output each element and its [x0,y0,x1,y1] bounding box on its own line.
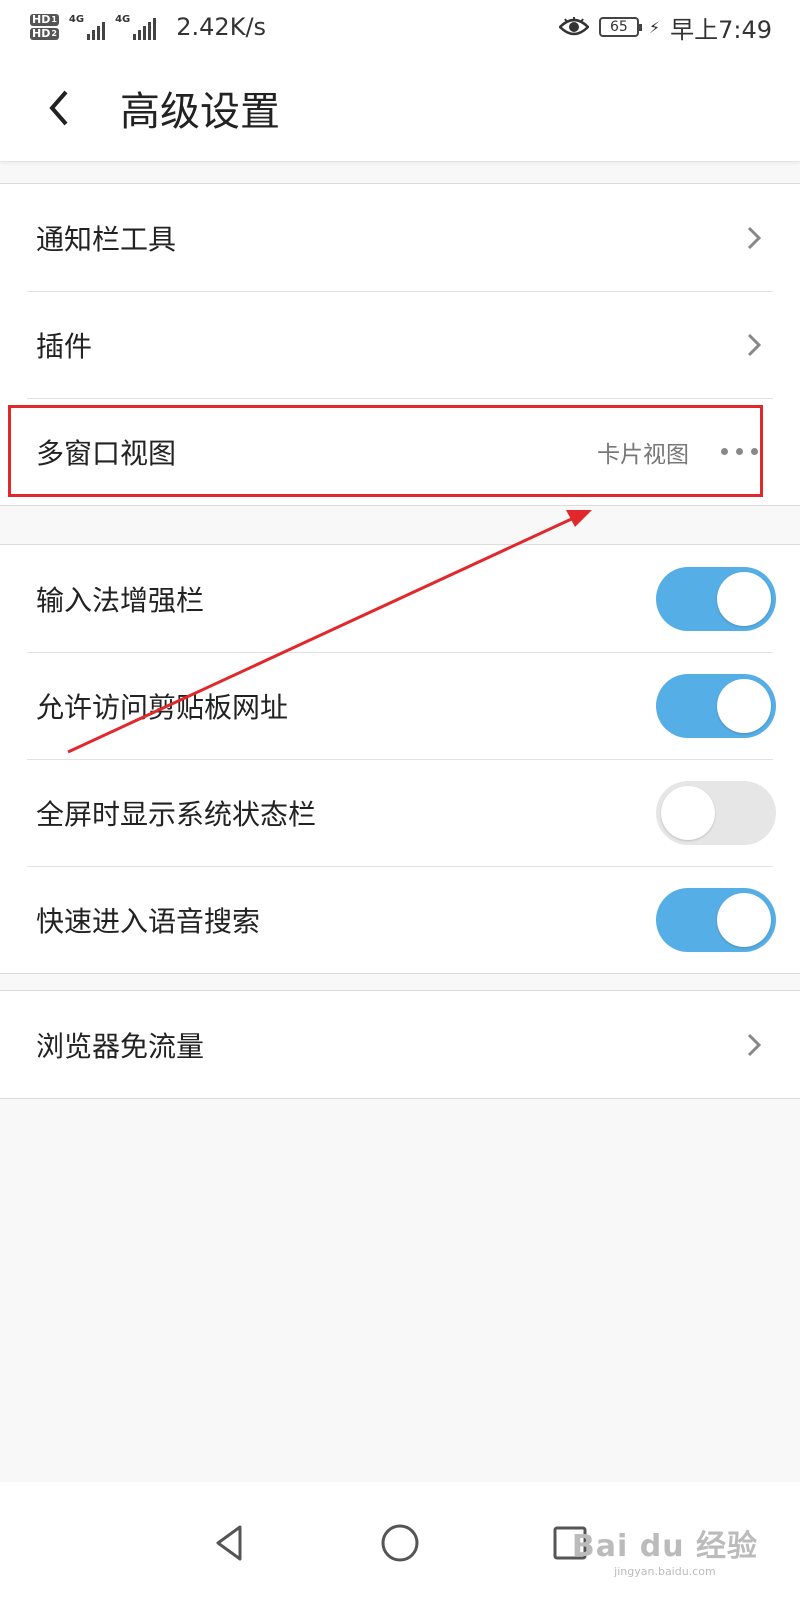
row-right [656,566,776,631]
setting-label: 多窗口视图 [36,436,177,470]
sim2-hd-badge: HD 2 [30,27,59,40]
nav-home-button[interactable] [375,1518,425,1568]
setting-label: 快速进入语音搜索 [36,904,261,938]
signal-icon-sim2: 4G [115,14,157,40]
fullscreen-statusbar-toggle[interactable] [656,780,776,845]
setting-label: 允许访问剪贴板网址 [36,690,289,724]
setting-free-data[interactable]: 浏览器免流量 [0,991,800,1098]
status-left: HD 1 HD 2 4G 4G 2.42K/s [30,13,266,41]
settings-group-2: 输入法增强栏 允许访问剪贴板网址 全屏时显示系统状态栏 快速进入语音搜索 [0,544,800,974]
hd-stack: HD 1 HD 2 [30,14,59,40]
toggle-knob [717,892,771,947]
setting-fullscreen-statusbar: 全屏时显示系统状态栏 [0,759,800,866]
signal-icon-sim1: 4G [69,14,106,40]
setting-quick-voice-search: 快速进入语音搜索 [0,866,800,973]
setting-clipboard-url: 允许访问剪贴板网址 [0,652,800,759]
charging-bolt-icon: ⚡ [648,17,661,37]
setting-label: 插件 [36,329,93,363]
watermark-main: Bai du 经验 [571,1529,758,1564]
screen: HD 1 HD 2 4G 4G 2.42K/s 65 ⚡ 早上7:49 高级设置… [0,0,800,1600]
row-right [746,1032,762,1058]
app-header: 高级设置 [0,54,800,162]
settings-group-3: 浏览器免流量 [0,990,800,1099]
chevron-right-icon [746,225,762,251]
toggle-knob [717,678,771,733]
setting-label: 全屏时显示系统状态栏 [36,797,317,831]
setting-plugins[interactable]: 插件 [0,291,800,398]
navigation-bar: Bai du 经验 jingyan.baidu.com [0,1482,800,1600]
toggle-knob [717,571,771,626]
setting-value: 卡片视图 [597,441,689,468]
row-right [746,332,762,358]
row-right [656,673,776,738]
clipboard-url-toggle[interactable] [656,673,776,738]
toggle-knob [661,785,715,840]
status-bar: HD 1 HD 2 4G 4G 2.42K/s 65 ⚡ 早上7:49 [0,0,800,54]
setting-label: 浏览器免流量 [36,1029,205,1063]
settings-group-1: 通知栏工具 插件 多窗口视图 卡片视图 [0,183,800,506]
net-speed: 2.42K/s [176,13,267,41]
triangle-back-icon [216,1525,242,1561]
nav-back-button[interactable] [205,1518,255,1568]
status-right: 65 ⚡ 早上7:49 [558,10,772,45]
row-right [656,887,776,952]
row-right [656,780,776,845]
chevron-left-icon [49,90,68,125]
row-right: 卡片视图 [597,435,762,469]
setting-label: 输入法增强栏 [36,583,205,617]
setting-label: 通知栏工具 [36,222,177,256]
chevron-right-icon [746,1032,762,1058]
eye-icon [558,17,589,36]
ime-enhance-toggle[interactable] [656,566,776,631]
sim1-hd-badge: HD 1 [30,13,59,26]
watermark-sub: jingyan.baidu.com [614,1565,716,1578]
row-right [746,225,762,251]
quick-voice-search-toggle[interactable] [656,887,776,952]
watermark: Bai du 经验 jingyan.baidu.com [572,1521,758,1578]
battery-icon: 65 [598,17,642,37]
chevron-right-icon [746,332,762,358]
setting-ime-enhance-bar: 输入法增强栏 [0,545,800,652]
back-button[interactable] [0,54,118,162]
page-title: 高级设置 [120,88,280,135]
more-icon[interactable] [721,448,758,455]
setting-multi-window-view[interactable]: 多窗口视图 卡片视图 [0,398,800,505]
clock: 早上7:49 [670,15,772,44]
setting-notification-tools[interactable]: 通知栏工具 [0,184,800,291]
circle-home-icon [381,1524,419,1562]
